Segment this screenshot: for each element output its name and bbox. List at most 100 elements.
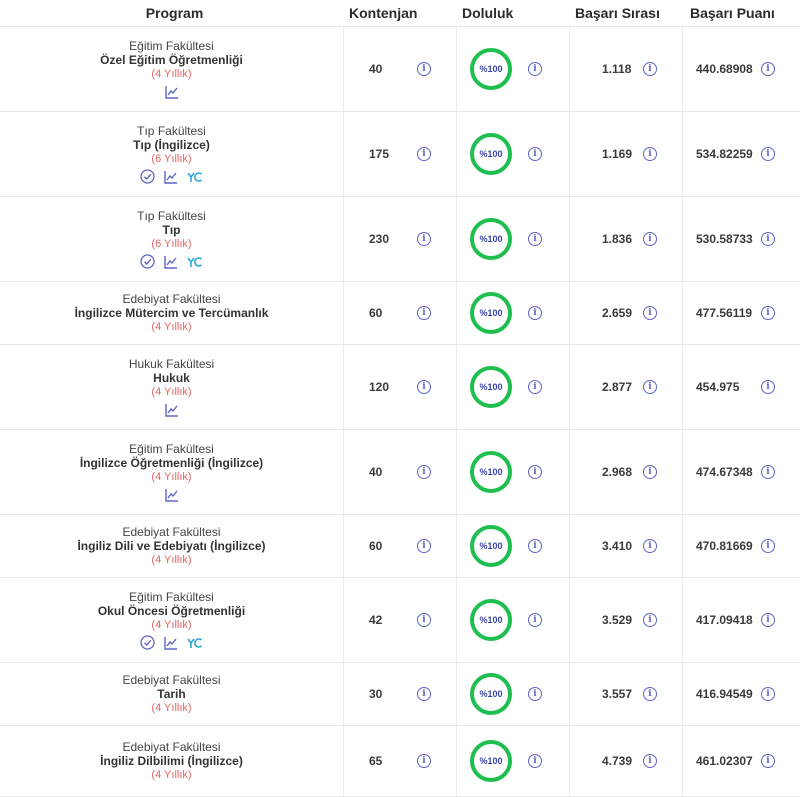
program-name[interactable]: Tıp: [163, 223, 181, 237]
program-cell[interactable]: Edebiyat Fakültesi İngiliz Dili ve Edebi…: [0, 515, 343, 577]
table-row[interactable]: Tıp Fakültesi Tıp (6 Yıllık) 230 i %100 …: [0, 197, 800, 282]
info-icon[interactable]: i: [761, 754, 775, 768]
table-row[interactable]: Edebiyat Fakültesi İngiliz Dilbilimi (İn…: [0, 726, 800, 797]
program-cell[interactable]: Eğitim Fakültesi Özel Eğitim Öğretmenliğ…: [0, 27, 343, 111]
table-row[interactable]: Eğitim Fakültesi Özel Eğitim Öğretmenliğ…: [0, 27, 800, 112]
program-name[interactable]: İngilizce Mütercim ve Tercümanlık: [75, 306, 269, 320]
table-row[interactable]: Edebiyat Fakültesi İngiliz Dili ve Edebi…: [0, 515, 800, 578]
table-row[interactable]: Edebiyat Fakültesi İngilizce Mütercim ve…: [0, 282, 800, 345]
info-icon[interactable]: i: [417, 232, 431, 246]
info-icon[interactable]: i: [417, 465, 431, 479]
program-icons: [164, 402, 179, 418]
info-icon[interactable]: i: [417, 687, 431, 701]
info-icon[interactable]: i: [417, 539, 431, 553]
info-icon[interactable]: i: [643, 380, 657, 394]
info-icon[interactable]: i: [761, 380, 775, 394]
basari-sirasi-cell: 3.410 i: [569, 515, 682, 577]
program-name[interactable]: Tarih: [157, 687, 185, 701]
yok-icon[interactable]: [187, 171, 203, 183]
info-icon[interactable]: i: [417, 380, 431, 394]
program-cell[interactable]: Edebiyat Fakültesi İngilizce Mütercim ve…: [0, 282, 343, 344]
program-name[interactable]: Okul Öncesi Öğretmenliği: [98, 604, 245, 618]
basari-puani-cell: 474.67348 i: [682, 430, 800, 514]
basari-puani-value: 454.975: [696, 380, 740, 394]
info-icon[interactable]: i: [761, 62, 775, 76]
info-icon[interactable]: i: [528, 62, 542, 76]
info-icon[interactable]: i: [761, 232, 775, 246]
chart-icon[interactable]: [164, 255, 178, 269]
program-name[interactable]: Özel Eğitim Öğretmenliği: [100, 53, 243, 67]
info-icon[interactable]: i: [528, 465, 542, 479]
basari-sirasi-value: 2.968: [602, 465, 633, 479]
basari-sirasi-value: 1.169: [602, 147, 633, 161]
info-icon[interactable]: i: [528, 539, 542, 553]
info-icon[interactable]: i: [417, 613, 431, 627]
info-icon[interactable]: i: [643, 539, 657, 553]
program-duration: (6 Yıllık): [151, 152, 192, 165]
header-doluluk[interactable]: Doluluk: [456, 0, 569, 21]
info-icon[interactable]: i: [528, 754, 542, 768]
info-icon[interactable]: i: [643, 613, 657, 627]
program-cell[interactable]: Eğitim Fakültesi İngilizce Öğretmenliği …: [0, 430, 343, 514]
program-cell[interactable]: Tıp Fakültesi Tıp (6 Yıllık): [0, 197, 343, 281]
info-icon[interactable]: i: [417, 306, 431, 320]
info-icon[interactable]: i: [761, 465, 775, 479]
program-name[interactable]: İngiliz Dilbilimi (İngilizce): [100, 754, 243, 768]
chart-icon[interactable]: [164, 170, 178, 184]
header-program[interactable]: Program: [0, 0, 343, 21]
info-icon[interactable]: i: [528, 687, 542, 701]
table-row[interactable]: Eğitim Fakültesi İngilizce Öğretmenliği …: [0, 430, 800, 515]
info-icon[interactable]: i: [761, 613, 775, 627]
program-cell[interactable]: Hukuk Fakültesi Hukuk (4 Yıllık): [0, 345, 343, 429]
info-icon[interactable]: i: [528, 306, 542, 320]
info-icon[interactable]: i: [643, 465, 657, 479]
program-cell[interactable]: Edebiyat Fakültesi İngiliz Dilbilimi (İn…: [0, 726, 343, 796]
table-row[interactable]: Tıp Fakültesi Tıp (İngilizce) (6 Yıllık)…: [0, 112, 800, 197]
info-icon[interactable]: i: [417, 147, 431, 161]
info-icon[interactable]: i: [528, 232, 542, 246]
doluluk-cell: %100 i: [456, 726, 569, 796]
info-icon[interactable]: i: [761, 687, 775, 701]
info-icon[interactable]: i: [761, 306, 775, 320]
check-circle-icon[interactable]: [140, 635, 155, 650]
program-name[interactable]: İngiliz Dili ve Edebiyatı (İngilizce): [77, 539, 265, 553]
header-basari-sirasi[interactable]: Başarı Sırası: [569, 0, 682, 21]
program-cell[interactable]: Tıp Fakültesi Tıp (İngilizce) (6 Yıllık): [0, 112, 343, 196]
chart-icon[interactable]: [164, 636, 178, 650]
yok-icon[interactable]: [187, 637, 203, 649]
program-name[interactable]: Hukuk: [153, 371, 190, 385]
info-icon[interactable]: i: [528, 613, 542, 627]
table-row[interactable]: Eğitim Fakültesi Okul Öncesi Öğretmenliğ…: [0, 578, 800, 663]
info-icon[interactable]: i: [417, 754, 431, 768]
chart-icon[interactable]: [164, 488, 179, 502]
kontenjan-value: 175: [369, 147, 390, 161]
table-row[interactable]: Hukuk Fakültesi Hukuk (4 Yıllık) 120 i %…: [0, 345, 800, 430]
header-kontenjan[interactable]: Kontenjan: [343, 0, 456, 21]
header-basari-puani[interactable]: Başarı Puanı: [682, 0, 800, 21]
check-circle-icon[interactable]: [140, 254, 155, 269]
info-icon[interactable]: i: [643, 687, 657, 701]
info-icon[interactable]: i: [761, 539, 775, 553]
program-name[interactable]: Tıp (İngilizce): [133, 138, 210, 152]
program-name[interactable]: İngilizce Öğretmenliği (İngilizce): [80, 456, 263, 470]
info-icon[interactable]: i: [643, 232, 657, 246]
info-icon[interactable]: i: [643, 147, 657, 161]
info-icon[interactable]: i: [643, 754, 657, 768]
info-icon[interactable]: i: [761, 147, 775, 161]
chart-icon[interactable]: [164, 403, 179, 417]
info-icon[interactable]: i: [528, 380, 542, 394]
kontenjan-cell: 120 i: [343, 345, 456, 429]
info-icon[interactable]: i: [417, 62, 431, 76]
program-cell[interactable]: Edebiyat Fakültesi Tarih (4 Yıllık): [0, 663, 343, 725]
info-icon[interactable]: i: [643, 62, 657, 76]
kontenjan-cell: 40 i: [343, 27, 456, 111]
info-icon[interactable]: i: [643, 306, 657, 320]
table-row[interactable]: Edebiyat Fakültesi Tarih (4 Yıllık) 30 i…: [0, 663, 800, 726]
chart-icon[interactable]: [164, 85, 179, 99]
yok-icon[interactable]: [187, 256, 203, 268]
kontenjan-value: 60: [369, 306, 383, 320]
info-icon[interactable]: i: [528, 147, 542, 161]
kontenjan-cell: 230 i: [343, 197, 456, 281]
check-circle-icon[interactable]: [140, 169, 155, 184]
program-cell[interactable]: Eğitim Fakültesi Okul Öncesi Öğretmenliğ…: [0, 578, 343, 662]
